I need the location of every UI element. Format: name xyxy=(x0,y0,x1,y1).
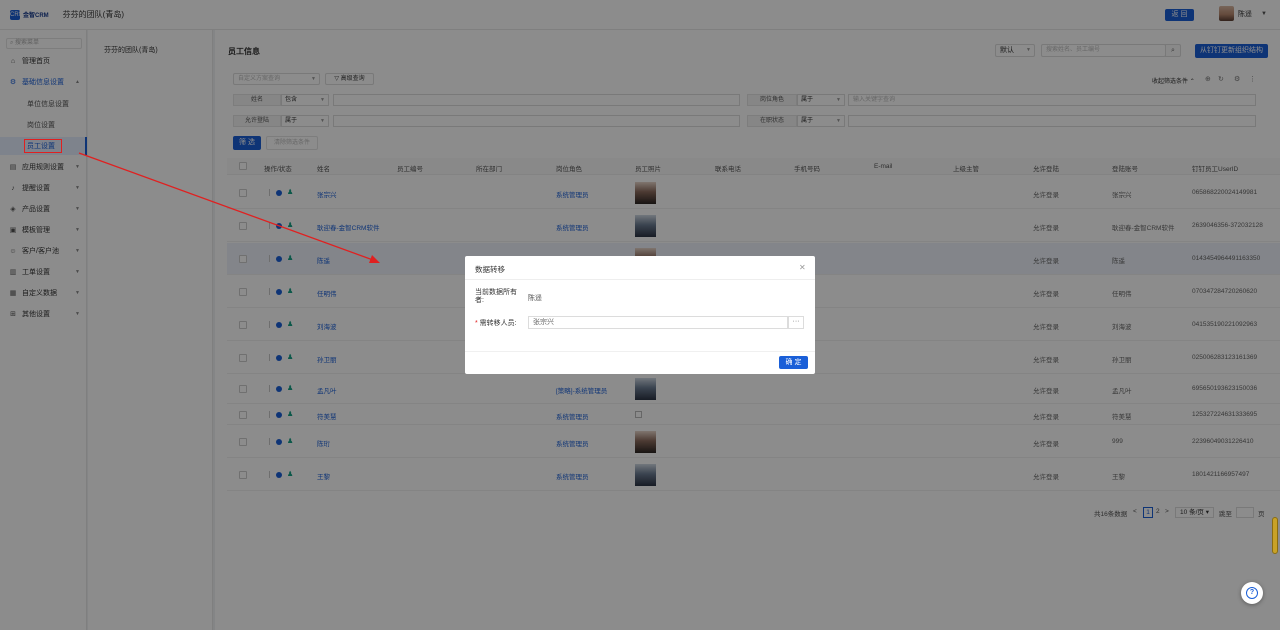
transfer-label: * 需转移人员: xyxy=(475,318,517,328)
pick-person-button[interactable]: ··· xyxy=(788,316,804,329)
transfer-person-input[interactable]: 张宗兴 xyxy=(528,316,788,329)
scrollbar-thumb[interactable] xyxy=(1272,517,1278,554)
question-icon: ? xyxy=(1246,587,1258,599)
data-transfer-dialog: 数据转移 ✕ 当前数据所有者: 陈遥 * 需转移人员: 张宗兴 ··· 确 定 xyxy=(465,256,815,374)
help-button[interactable]: ? xyxy=(1241,582,1263,604)
close-icon[interactable]: ✕ xyxy=(799,263,806,272)
owner-label: 当前数据所有者: xyxy=(475,289,517,304)
owner-value: 陈遥 xyxy=(528,295,542,302)
dialog-footer-divider xyxy=(465,351,815,352)
dialog-title: 数据转移 xyxy=(475,265,505,274)
confirm-button[interactable]: 确 定 xyxy=(779,356,808,369)
annotation-highlight-box xyxy=(24,139,62,153)
transfer-label-text: 需转移人员: xyxy=(479,320,517,327)
dialog-divider xyxy=(465,279,815,280)
